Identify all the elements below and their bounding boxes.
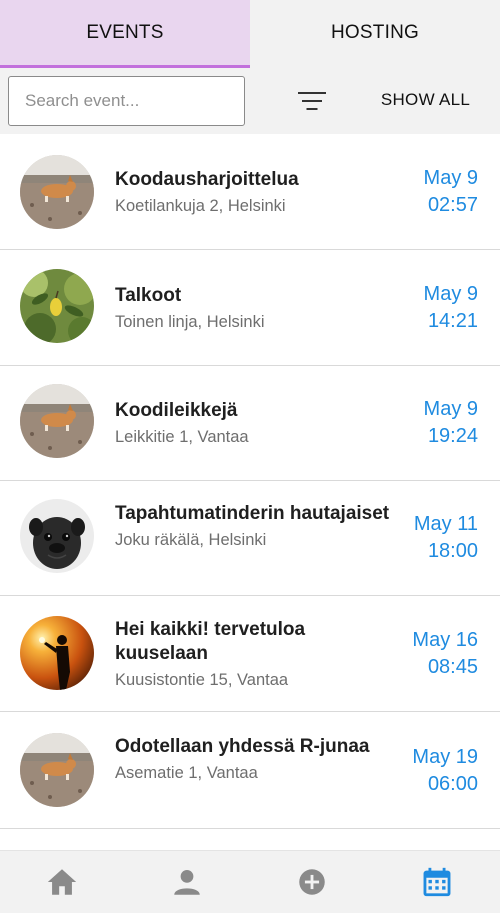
calendar-icon[interactable] [420, 865, 454, 899]
event-avatar-corgi [20, 733, 94, 807]
filter-icon[interactable] [292, 88, 332, 114]
event-address: Kuusistontie 15, Vantaa [115, 671, 289, 689]
event-row[interactable]: Tapahtumatinderin hautajaiset Joku räkäl… [0, 480, 500, 596]
corgi-dog-icon [20, 384, 94, 458]
event-date: May 19 [412, 746, 478, 768]
event-list: Koodausharjoittelua Koetilankuja 2, Hels… [0, 134, 500, 850]
add-circle-icon[interactable] [295, 865, 329, 899]
event-date: May 16 [412, 629, 478, 651]
event-row[interactable]: Hei kaikki! tervetuloa kuuselaan Kuusist… [0, 596, 500, 712]
event-time: 19:24 [427, 425, 478, 447]
event-date: May 11 [413, 513, 478, 535]
event-address: Koetilankuja 2, Helsinki [115, 197, 286, 215]
event-time: 06:00 [427, 773, 478, 795]
show-all-button[interactable]: SHOW ALL [368, 90, 483, 110]
event-address: Toinen linja, Helsinki [115, 313, 265, 331]
lemon-tree-icon [20, 269, 94, 343]
event-address: Asematie 1, Vantaa [115, 764, 258, 782]
event-time: 08:45 [427, 656, 478, 678]
pug-dog-icon [20, 499, 94, 573]
sunset-silhouette-icon [20, 616, 94, 690]
event-date: May 9 [423, 283, 478, 305]
event-row[interactable]: Talkoot Toinen linja, Helsinki May 9 14:… [0, 250, 500, 366]
event-avatar-corgi [20, 155, 94, 229]
event-address: Joku räkälä, Helsinki [115, 531, 267, 549]
event-row[interactable]: Odotellaan yhdessä R-junaa Asematie 1, V… [0, 713, 500, 829]
event-title: Tapahtumatinderin hautajaiset [115, 503, 390, 524]
event-title: Hei kaikki! tervetuloa kuuselaan [115, 619, 306, 664]
person-icon[interactable] [170, 865, 204, 899]
event-title: Odotellaan yhdessä R-junaa [115, 736, 370, 757]
tab-hosting[interactable]: HOSTING [250, 0, 500, 68]
event-title: Koodausharjoittelua [115, 169, 299, 190]
bottom-nav [0, 850, 500, 913]
event-address: Leikkitie 1, Vantaa [115, 428, 249, 446]
event-time: 14:21 [427, 310, 478, 332]
event-title: Koodileikkejä [115, 400, 238, 421]
event-row[interactable]: Koodausharjoittelua Koetilankuja 2, Hels… [0, 134, 500, 250]
toolbar: SHOW ALL [0, 68, 500, 134]
tab-bar: EVENTS HOSTING [0, 0, 500, 68]
event-date: May 9 [423, 167, 478, 189]
corgi-dog-icon [20, 733, 94, 807]
event-avatar-pug [20, 499, 94, 573]
event-date: May 9 [423, 398, 478, 420]
event-avatar-corgi [20, 384, 94, 458]
event-avatar-sunset [20, 616, 94, 690]
search-input[interactable] [8, 76, 245, 126]
corgi-dog-icon [20, 155, 94, 229]
event-avatar-lemon [20, 269, 94, 343]
event-row[interactable]: Koodileikkejä Leikkitie 1, Vantaa May 9 … [0, 365, 500, 481]
tab-events[interactable]: EVENTS [0, 0, 250, 68]
event-time: 18:00 [427, 540, 478, 562]
home-icon[interactable] [45, 865, 79, 899]
event-time: 02:57 [427, 194, 478, 216]
event-title: Talkoot [115, 285, 182, 306]
